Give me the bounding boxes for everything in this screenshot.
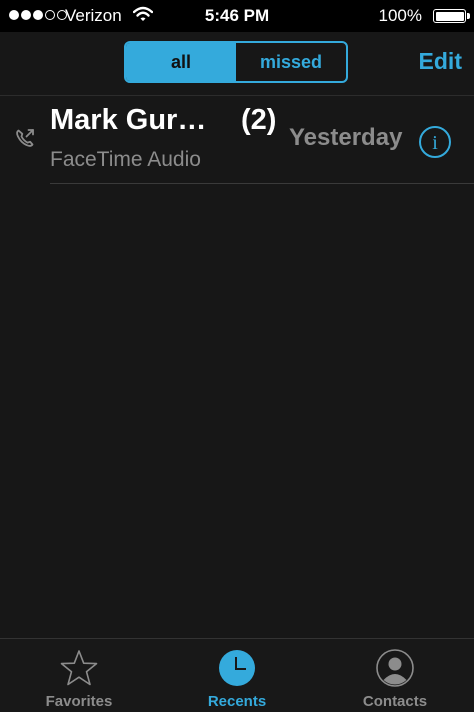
- tab-label: Favorites: [45, 693, 113, 710]
- tab-contacts[interactable]: Contacts: [316, 639, 474, 712]
- recents-filter-segmented-control: all missed: [124, 41, 348, 83]
- clock-icon: [219, 650, 255, 686]
- battery-percentage: 100%: [378, 6, 422, 25]
- tab-bar: Favorites Recents Contacts: [0, 638, 474, 712]
- navigation-bar: all missed Edit: [0, 32, 474, 96]
- segment-all[interactable]: all: [126, 43, 236, 81]
- call-count: (2): [241, 104, 277, 136]
- tab-favorites[interactable]: Favorites: [0, 639, 158, 712]
- tab-label: Recents: [207, 693, 267, 710]
- status-bar: Verizon 5:46 PM 100%: [0, 0, 474, 32]
- edit-button[interactable]: Edit: [419, 48, 462, 75]
- contacts-icon: [376, 649, 414, 687]
- recent-call-row[interactable]: Mark Gur… (2) FaceTime Audio Yesterday: [0, 96, 474, 184]
- star-icon: [60, 650, 98, 686]
- contact-name: Mark Gur…: [50, 104, 207, 136]
- outgoing-call-icon: [16, 129, 34, 147]
- call-date: Yesterday: [289, 124, 403, 151]
- row-divider: [50, 183, 474, 184]
- tab-recents[interactable]: Recents: [158, 639, 316, 712]
- call-type: FaceTime Audio: [50, 148, 201, 171]
- info-icon[interactable]: i: [418, 125, 452, 159]
- segment-missed[interactable]: missed: [236, 43, 346, 81]
- svg-text:i: i: [432, 132, 438, 154]
- tab-label: Contacts: [362, 693, 428, 710]
- battery-icon: [433, 9, 470, 23]
